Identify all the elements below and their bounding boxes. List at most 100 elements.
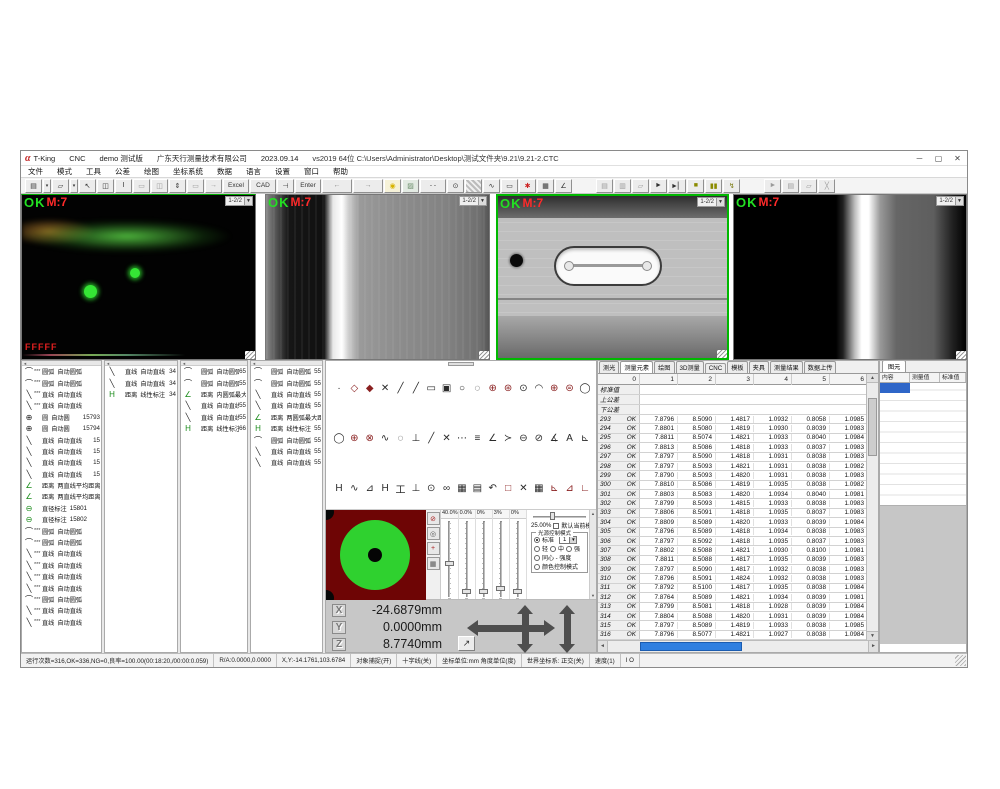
measure-tool-icon[interactable]: ◯ [578, 380, 592, 396]
table-row[interactable]: 标准值 [598, 385, 866, 395]
menu-item[interactable]: 数据 [210, 166, 239, 177]
dimension-tool-icon[interactable]: ✕ [517, 480, 531, 496]
feature-item[interactable]: ╲ 直线 自动直线 55 [181, 412, 247, 423]
toolbar-button[interactable]: ∠ [555, 179, 572, 193]
dimension-tool-icon[interactable]: ∞ [440, 480, 454, 496]
feature-item[interactable]: ╲ 直线 自动直线 15 [22, 446, 101, 457]
toolbar-button[interactable]: ▱ [632, 179, 649, 193]
selected-cell[interactable] [880, 383, 910, 393]
construct-tool-icon[interactable]: ⊥ [409, 430, 423, 446]
construct-tool-icon[interactable]: ∠ [486, 430, 500, 446]
measure-tool-icon[interactable]: ╱ [394, 380, 408, 396]
feature-item[interactable]: ╲ *** 直线 自动直线 [22, 400, 101, 411]
measure-tool-icon[interactable]: · [332, 380, 346, 396]
dimension-tool-icon[interactable]: ∟ [578, 480, 592, 496]
slider-thumb[interactable] [513, 589, 522, 594]
element-column-header[interactable]: 测量值 [910, 373, 940, 382]
table-row[interactable]: 296OK 7.8813 8.5086 1.4818 1.0933 0.8037… [598, 443, 866, 452]
dimension-tool-icon[interactable]: ⊥ [409, 480, 423, 496]
element-column-header[interactable]: 内容 [880, 373, 910, 382]
splitter-handle[interactable] [448, 362, 474, 366]
construct-tool-icon[interactable]: ⊘ [532, 430, 546, 446]
table-row[interactable]: 306OK 7.8797 8.5092 1.4818 1.0935 0.8037… [598, 537, 866, 546]
measure-tool-icon[interactable]: ▣ [440, 380, 454, 396]
mode-low-radio[interactable] [534, 546, 540, 552]
feature-item[interactable]: ⌒ 圆弧 自动圆弧 55 [181, 377, 247, 388]
table-row[interactable]: 300OK 7.8810 8.5086 1.4819 1.0935 0.8038… [598, 481, 866, 490]
construct-tool-icon[interactable]: ⊾ [578, 430, 592, 446]
toolbar-button[interactable]: ▤ [782, 179, 799, 193]
resize-grip[interactable] [717, 350, 727, 358]
feature-item[interactable]: ∠ 距离 两直线平均距离 [22, 491, 101, 502]
resize-grip[interactable] [245, 351, 255, 359]
feature-item[interactable]: H 距离 线性标注 66 [181, 423, 247, 434]
toolbar-button[interactable]: → [205, 179, 222, 193]
toolbar-button[interactable]: ◉ [384, 179, 401, 193]
feature-item[interactable]: ╲ *** 直线 自动直线 [22, 617, 101, 628]
element-column-header[interactable]: 标准值 [940, 373, 966, 382]
table-row[interactable]: 315OK 7.8797 8.5089 1.4819 1.0933 0.8038… [598, 621, 866, 630]
toolbar-button[interactable]: ▱ [52, 179, 69, 193]
scroll-left-icon[interactable]: ◄ [23, 361, 27, 366]
feature-item[interactable]: ╲ *** 直线 自动直线 [22, 548, 101, 559]
feature-item[interactable]: ⌒ 圆弧 自动圆弧 55 [251, 366, 322, 377]
toolbar-button[interactable]: ▭ [187, 179, 204, 193]
toolbar-button[interactable]: → [353, 179, 383, 193]
measure-tool-icon[interactable]: ◌ [470, 380, 484, 396]
dimension-tool-icon[interactable]: ▦ [455, 480, 469, 496]
mode-mid-radio[interactable] [550, 546, 556, 552]
toolbar-button[interactable]: ▭ [501, 179, 518, 193]
scroll-down-icon[interactable]: ▼ [867, 631, 878, 640]
feature-item[interactable]: ∠ 距离 两圆弧最大距离 [251, 412, 322, 423]
menu-item[interactable]: 坐标系统 [166, 166, 210, 177]
toolbar-button[interactable]: ∿ [483, 179, 500, 193]
camera-selector[interactable]: 1-2/2 ▼ [225, 196, 253, 206]
construct-tool-icon[interactable]: ⊗ [363, 430, 377, 446]
toolbar-button[interactable]: ▮▮ [705, 179, 722, 193]
toolbar-button[interactable]: ■ [687, 179, 704, 193]
menu-item[interactable]: 文件 [21, 166, 50, 177]
column-header[interactable]: 6 [830, 374, 868, 385]
construct-tool-icon[interactable]: A [563, 430, 577, 446]
dimension-tool-icon[interactable]: ▤ [470, 480, 484, 496]
chevron-down-icon[interactable]: ▼ [244, 197, 252, 205]
table-row[interactable]: 295OK 7.8811 8.5074 1.4821 1.0933 0.8040… [598, 434, 866, 443]
close-button[interactable]: ✕ [948, 152, 967, 165]
results-tab[interactable]: 3D测量 [676, 361, 704, 373]
ring-light-preview[interactable] [326, 510, 426, 600]
results-tab[interactable]: 模板 [727, 361, 747, 373]
light-channel-slider[interactable]: 40.0% [441, 510, 459, 599]
toolbar-button[interactable]: ← [322, 179, 352, 193]
menu-item[interactable]: 窗口 [297, 166, 326, 177]
toolbar-button[interactable]: CAD [250, 179, 276, 193]
construct-tool-icon[interactable]: ⋯ [455, 430, 469, 446]
results-tab[interactable]: CNC [705, 363, 726, 373]
camera-selector[interactable]: 1-2/2 ▼ [697, 197, 725, 207]
slider-track[interactable] [493, 519, 509, 599]
toolbar-button[interactable]: ▦ [537, 179, 554, 193]
table-row[interactable]: 311OK 7.8792 8.5100 1.4817 1.0935 0.8038… [598, 584, 866, 593]
toolbar-button[interactable]: ▤ [596, 179, 613, 193]
construct-tool-icon[interactable]: ≻ [501, 430, 515, 446]
dimension-tool-icon[interactable]: H [378, 480, 392, 496]
table-row[interactable]: 310OK 7.8796 8.5091 1.4824 1.0932 0.8038… [598, 574, 866, 583]
minimize-button[interactable]: ─ [910, 152, 929, 165]
table-row[interactable]: 299OK 7.8790 8.5093 1.4820 1.0931 0.8038… [598, 471, 866, 480]
table-row[interactable]: 316OK 7.8796 8.5077 1.4821 1.0927 0.8038… [598, 631, 866, 640]
feature-item[interactable]: ╲ *** 直线 自动直线 [22, 560, 101, 571]
feature-item[interactable]: ╲ 直线 自动直线 15 [22, 434, 101, 445]
slider-track[interactable] [459, 519, 475, 599]
toolbar-button[interactable]: ↖ [79, 179, 96, 193]
light-tool-button[interactable]: ⊘ [427, 512, 440, 525]
mode-concentric-radio[interactable] [534, 555, 540, 561]
master-intensity-slider[interactable] [531, 512, 588, 520]
scroll-up-icon[interactable]: ▲ [591, 511, 595, 516]
slider-track[interactable] [476, 519, 492, 599]
slider-track[interactable] [510, 519, 526, 599]
column-header[interactable]: 4 [754, 374, 792, 385]
results-tab[interactable]: 数据上传 [804, 361, 837, 373]
feature-item[interactable]: ⌒ *** 圆弧 自动圆弧 [22, 525, 101, 536]
menu-item[interactable]: 工具 [79, 166, 108, 177]
measure-tool-icon[interactable]: ⊛ [501, 380, 515, 396]
column-header[interactable]: 0 [598, 374, 640, 385]
